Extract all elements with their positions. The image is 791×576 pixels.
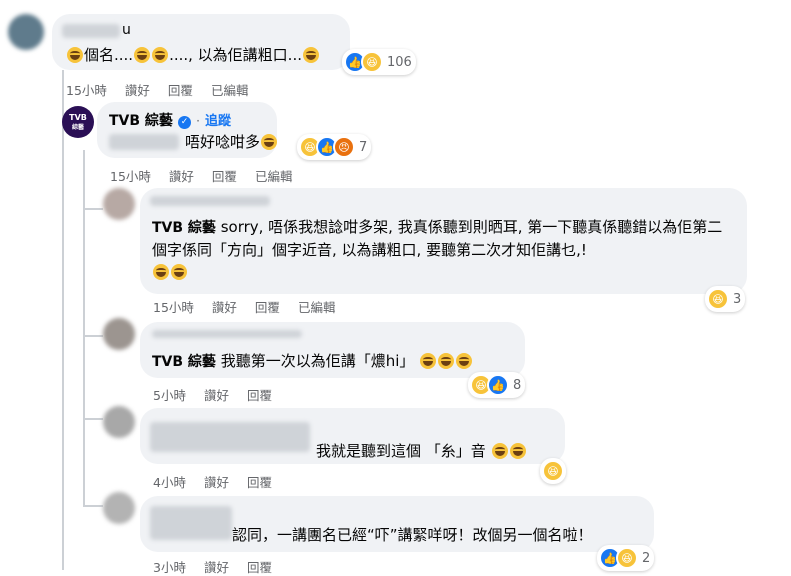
laughing-emoji-icon: [491, 443, 508, 459]
thread-line: [83, 200, 85, 505]
page-avatar[interactable]: TVB 綜藝: [62, 106, 94, 138]
comment-text: 個名........, 以為佢講粗口...: [66, 44, 320, 66]
mention-link[interactable]: TVB 綜藝: [152, 220, 216, 236]
like-reaction-icon: 👍: [487, 374, 509, 396]
laughing-emoji-icon: [152, 47, 169, 63]
haha-reaction-icon: 😆: [361, 51, 383, 73]
thread-line: [62, 70, 64, 570]
avatar[interactable]: [103, 188, 135, 220]
comment-actions: 4小時 讚好 回覆: [153, 472, 272, 491]
avatar[interactable]: [8, 14, 44, 50]
comment-text: 認同，一講團名已經“吓”講緊咩呀！改個另一個名啦！: [232, 526, 593, 544]
like-button[interactable]: 讚好: [204, 557, 229, 576]
comment-author[interactable]: TVB 綜藝: [152, 354, 216, 370]
comment-bubble: 我就是聽到這個 「糸」音: [140, 408, 565, 464]
reaction-count: 3: [733, 291, 742, 307]
laughing-emoji-icon: [509, 443, 526, 459]
comment-time[interactable]: 15小時: [66, 80, 107, 99]
reaction-count: 8: [513, 377, 522, 393]
comment-time[interactable]: 15小時: [110, 166, 151, 185]
comment-time[interactable]: 5小時: [153, 385, 186, 404]
laughing-emoji-icon: [456, 353, 473, 369]
laughing-emoji-icon: [261, 134, 278, 150]
reaction-summary[interactable]: 😆 👍 😠 7: [297, 134, 372, 160]
haha-reaction-icon: 😆: [542, 460, 564, 482]
follow-button[interactable]: 追蹤: [205, 114, 231, 129]
reply-button[interactable]: 回覆: [247, 557, 272, 576]
avatar[interactable]: [103, 318, 135, 350]
laughing-emoji-icon: [171, 264, 187, 280]
comment-actions: 15小時 讚好 回覆 已編輯: [110, 166, 292, 185]
like-button[interactable]: 讚好: [204, 385, 229, 404]
like-button[interactable]: 讚好: [169, 166, 194, 185]
reply-button[interactable]: 回覆: [247, 472, 272, 491]
comment-actions: 5小時 讚好 回覆: [153, 385, 272, 404]
comment-text: TVB 綜藝 sorry, 唔係我想諗咁多架, 我真係聽到則晒耳, 第一下聽真係…: [152, 216, 732, 283]
comment-bubble: TVB 綜藝 ✓ · 追蹤 唔好唸咁多: [97, 102, 278, 158]
comment-actions: 3小時 讚好 回覆: [153, 557, 272, 576]
comment-actions: 15小時 讚好 回覆 已編輯: [66, 80, 248, 99]
comment-header: TVB 綜藝 ✓ · 追蹤: [109, 113, 232, 129]
laughing-emoji-icon: [153, 264, 169, 280]
reply-button[interactable]: 回覆: [255, 297, 280, 316]
reply-button[interactable]: 回覆: [212, 166, 237, 185]
comment-text: 唔好唸咁多: [185, 131, 278, 153]
thread-line: [83, 335, 103, 337]
laughing-emoji-icon: [67, 47, 83, 63]
reaction-summary[interactable]: 😆 3: [705, 286, 746, 312]
avatar[interactable]: [103, 406, 135, 438]
reaction-summary[interactable]: 😆 👍 8: [468, 372, 526, 398]
redacted-name: [150, 422, 310, 452]
redacted-mention: [109, 134, 179, 150]
laughing-emoji-icon: [420, 353, 437, 369]
like-button[interactable]: 讚好: [204, 472, 229, 491]
reaction-summary[interactable]: 😆: [540, 458, 566, 484]
reply-button[interactable]: 回覆: [247, 385, 272, 404]
redacted-name: [150, 196, 270, 206]
comment-author[interactable]: TVB 綜藝: [109, 113, 173, 129]
reaction-summary[interactable]: 👍 😆 2: [597, 545, 655, 571]
redacted-name: [152, 330, 302, 338]
comment-bubble: u 個名........, 以為佢講粗口...: [52, 14, 350, 70]
laughing-emoji-icon: [303, 47, 319, 63]
thread-line: [83, 208, 103, 210]
comment-bubble: TVB 綜藝 我聽第一次以為佢講「燶hi」: [140, 322, 525, 378]
tvb-logo: TVB: [69, 113, 87, 122]
thread-line: [83, 418, 103, 420]
reaction-count: 7: [359, 139, 368, 155]
redacted-name: [62, 24, 120, 38]
comment-time[interactable]: 3小時: [153, 557, 186, 576]
haha-reaction-icon: 😆: [707, 288, 729, 310]
comment-actions: 15小時 讚好 回覆 已編輯: [153, 297, 335, 316]
laughing-emoji-icon: [134, 47, 151, 63]
comment-text: TVB 綜藝 我聽第一次以為佢講「燶hi」: [152, 350, 473, 373]
like-button[interactable]: 讚好: [212, 297, 237, 316]
reply-button[interactable]: 回覆: [168, 80, 193, 99]
comment-bubble: TVB 綜藝 sorry, 唔係我想諗咁多架, 我真係聽到則晒耳, 第一下聽真係…: [140, 188, 747, 294]
redacted-name: [150, 506, 232, 540]
comment-author[interactable]: u: [122, 22, 131, 38]
edited-label[interactable]: 已編輯: [298, 297, 336, 316]
haha-reaction-icon: 😆: [616, 547, 638, 569]
verified-badge-icon: ✓: [178, 116, 192, 129]
avatar[interactable]: [103, 492, 135, 524]
comment-time[interactable]: 15小時: [153, 297, 194, 316]
reaction-summary[interactable]: 👍 😆 106: [342, 49, 416, 75]
reaction-count: 2: [642, 550, 651, 566]
edited-label[interactable]: 已編輯: [211, 80, 249, 99]
comment-time[interactable]: 4小時: [153, 472, 186, 491]
comment-text: 我就是聽到這個 「糸」音: [316, 440, 527, 462]
angry-reaction-icon: 😠: [333, 136, 355, 158]
edited-label[interactable]: 已編輯: [255, 166, 293, 185]
reaction-count: 106: [387, 54, 412, 70]
like-button[interactable]: 讚好: [125, 80, 150, 99]
thread-line: [83, 505, 103, 507]
comment-bubble: 認同，一講團名已經“吓”講緊咩呀！改個另一個名啦！: [140, 496, 654, 552]
laughing-emoji-icon: [438, 353, 455, 369]
